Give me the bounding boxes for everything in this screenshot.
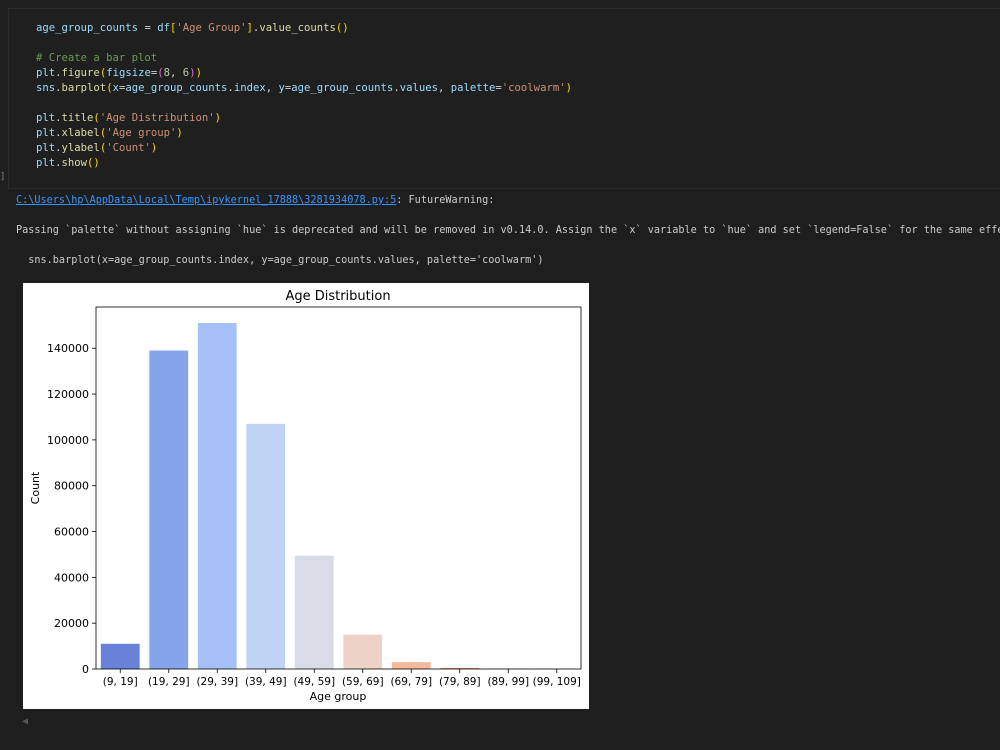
code-token: ) [195, 67, 202, 79]
code-token: plt [36, 142, 56, 154]
x-tick-label: (9, 19] [103, 676, 138, 688]
x-tick-label: (59, 69] [342, 676, 384, 688]
y-tick-label: 140000 [47, 342, 89, 355]
bar [343, 634, 383, 669]
code-token: index [233, 82, 266, 94]
x-axis-label: Age group [310, 690, 367, 703]
code-token: value_counts [259, 22, 336, 34]
code-line: plt.xlabel('Age group') [36, 126, 572, 141]
code-token: 'Age group' [106, 127, 177, 139]
code-token: , [170, 67, 183, 79]
x-tick-label: (89, 99] [487, 676, 529, 688]
y-tick-label: 120000 [47, 388, 89, 401]
y-tick-label: 40000 [54, 571, 89, 584]
code-token: sns [36, 82, 56, 94]
code-token: ylabel [61, 142, 100, 154]
x-tick-label: (29, 39] [196, 676, 238, 688]
code-token: age_group_counts [36, 22, 139, 34]
bar [294, 555, 334, 669]
code-token: figure [61, 67, 100, 79]
x-tick-label: (99, 109] [533, 676, 581, 688]
code-token: # Create a bar plot [36, 52, 158, 64]
y-axis-label: Count [29, 471, 42, 504]
y-tick-label: 0 [82, 663, 89, 676]
code-token: ) [176, 127, 183, 139]
code-line: plt.ylabel('Count') [36, 141, 572, 156]
code-token: barplot [61, 82, 107, 94]
code-line: # Create a bar plot [36, 51, 572, 66]
code-token: plt [36, 112, 56, 124]
code-token: ) [565, 82, 572, 94]
bar [100, 643, 140, 669]
code-cell[interactable]: age_group_counts = df['Age Group'].value… [8, 8, 1000, 189]
code-line: plt.title('Age Distribution') [36, 111, 572, 126]
code-token: age_group_counts [291, 82, 394, 94]
warning-header: C:\Users\hp\AppData\Local\Temp\ipykernel… [16, 195, 494, 206]
bar [246, 423, 286, 669]
x-tick-label: (79, 89] [439, 676, 481, 688]
warning-message: Passing `palette` without assigning `hue… [16, 225, 1000, 236]
bar [149, 350, 189, 669]
x-tick-label: (39, 49] [245, 676, 287, 688]
code-token: plt [36, 127, 56, 139]
code-token: 'Age Group' [176, 22, 247, 34]
code-token: ) [150, 142, 158, 154]
bar [391, 662, 431, 669]
code-editor[interactable]: age_group_counts = df['Age Group'].value… [36, 21, 572, 171]
code-token: , [265, 82, 279, 94]
code-token: figsize [106, 67, 151, 79]
code-token: 'Age Distribution' [99, 112, 215, 124]
code-line: age_group_counts = df['Age Group'].value… [36, 21, 572, 36]
chart-output: Age Distribution 0 20000 40000 60000 80000 10… [23, 283, 589, 709]
y-tick-label: 100000 [47, 434, 89, 447]
code-token: = [138, 22, 158, 34]
code-token: show [61, 157, 88, 169]
code-token: age_group_counts [125, 82, 228, 94]
code-token: 'coolwarm' [501, 82, 566, 94]
code-token: ) [214, 112, 222, 124]
code-token: palette [450, 82, 496, 94]
y-tick-label: 80000 [54, 480, 89, 493]
code-token: 'Count' [106, 142, 151, 154]
chart-title: Age Distribution [285, 289, 390, 304]
cell-output: C:\Users\hp\AppData\Local\Temp\ipykernel… [16, 190, 1000, 266]
code-token: xlabel [61, 127, 100, 139]
warning-source-line: sns.barplot(x=age_group_counts.index, y=… [16, 255, 544, 266]
y-tick-label: 20000 [54, 617, 89, 630]
execution-count: ] [0, 172, 6, 182]
warning-type: : FutureWarning: [396, 195, 495, 206]
bar [197, 323, 237, 669]
code-token: , [437, 82, 451, 94]
x-tick-label: (69, 79] [390, 676, 432, 688]
code-line: plt.figure(figsize=(8, 6)) [36, 66, 572, 81]
bar-chart: Age Distribution 0 20000 40000 60000 80000 10… [29, 289, 582, 703]
code-token: () [87, 157, 100, 169]
code-token: () [335, 22, 349, 34]
x-tick-label: (49, 59] [293, 676, 335, 688]
code-token: df [157, 22, 170, 34]
code-token: title [61, 112, 94, 124]
code-token: plt [36, 67, 56, 79]
scroll-left-arrow[interactable]: ◀ [22, 716, 28, 727]
y-tick-label: 60000 [54, 526, 89, 539]
code-line: plt.show() [36, 156, 572, 171]
x-tick-label: (19, 29] [148, 676, 190, 688]
warning-file-link[interactable]: C:\Users\hp\AppData\Local\Temp\ipykernel… [16, 195, 396, 206]
code-line: sns.barplot(x=age_group_counts.index, y=… [36, 81, 572, 96]
code-token: values [399, 82, 438, 94]
code-token: plt [36, 157, 56, 169]
